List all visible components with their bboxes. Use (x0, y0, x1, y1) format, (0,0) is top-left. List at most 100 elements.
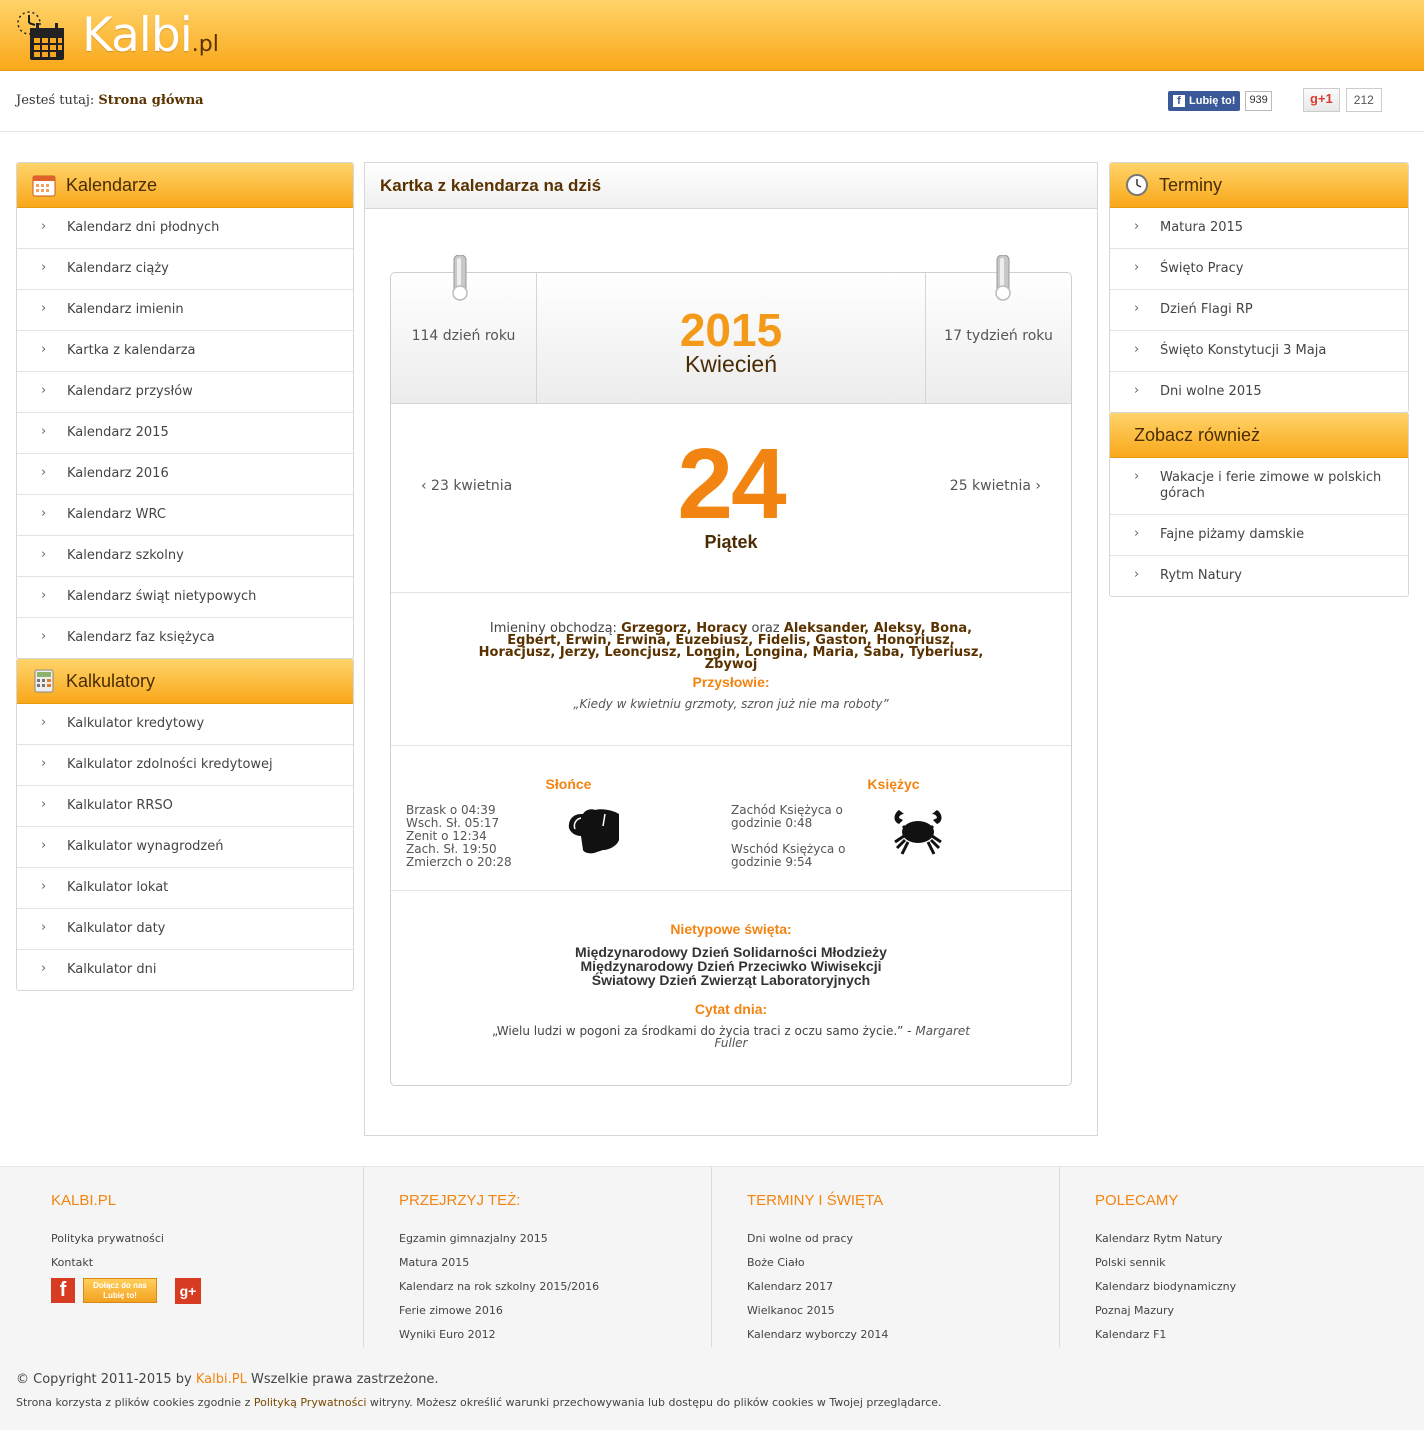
see-also-panel: Zobacz również › Wakacje i ferie zimowe w… (1109, 412, 1409, 597)
menu-item[interactable]: › Święto Pracy (1110, 249, 1408, 290)
sun-title: Słońce (545, 776, 592, 792)
menu-item-label: Kalkulator RRSO (67, 798, 173, 813)
footer-link[interactable]: Kontakt (51, 1256, 164, 1280)
menu-item[interactable]: › Kalkulator RRSO (17, 786, 353, 827)
footer-link[interactable]: Kalendarz Rytm Natury (1095, 1232, 1236, 1256)
footer-link[interactable]: Polityka prywatności (51, 1232, 164, 1256)
menu-item[interactable]: › Kalendarz świąt nietypowych (17, 577, 353, 618)
menu-item[interactable]: › Kalendarz dni płodnych (17, 208, 353, 249)
chevron-right-icon: › (41, 838, 47, 853)
chevron-right-icon: › (41, 506, 47, 521)
menu-item-label: Kalkulator daty (67, 921, 166, 936)
copyright-brand-link[interactable]: Kalbi.PL (196, 1372, 247, 1387)
footer-link[interactable]: Matura 2015 (399, 1256, 599, 1280)
facebook-icon[interactable]: f (51, 1278, 75, 1303)
menu-item-label: Święto Konstytucji 3 Maja (1160, 343, 1327, 358)
menu-item[interactable]: › Dzień Flagi RP (1110, 290, 1408, 331)
footer-col-recommended: POLECAMY Kalendarz Rytm Natury Polski sen… (1059, 1167, 1407, 1347)
menu-item[interactable]: › Kalkulator zdolności kredytowej (17, 745, 353, 786)
unusual-holidays-block: Nietypowe święta: Międzynarodowy Dzień S… (391, 891, 1071, 1085)
google-plus-icon[interactable]: g+ (175, 1278, 201, 1304)
calendars-panel-title: Kalendarze (66, 175, 158, 195)
facebook-like-count: 939 (1245, 91, 1272, 111)
menu-item[interactable]: › Kalendarz przysłów (17, 372, 353, 413)
footer-link[interactable]: Kalendarz F1 (1095, 1328, 1236, 1352)
join-us-facebook-button[interactable]: Dołącz do nas Lubię to! (83, 1278, 157, 1303)
menu-item[interactable]: › Kalendarz 2016 (17, 454, 353, 495)
calculators-panel: Kalkulatory › Kalkulator kredytowy › Kalkul… (16, 658, 354, 991)
menu-item[interactable]: › Fajne piżamy damskie (1110, 515, 1408, 556)
facebook-like-label: Lubię to! (1189, 95, 1236, 107)
moon-title: Księżyc (867, 776, 920, 792)
chevron-right-icon: › (41, 879, 47, 894)
menu-item[interactable]: › Kalkulator daty (17, 909, 353, 950)
logo-wordmark: Kalbi.pl (82, 8, 219, 63)
footer-col-kalbi-links: Polityka prywatności Kontakt (51, 1232, 164, 1280)
footer-col-recommended-links: Kalendarz Rytm Natury Polski sennik Kalend… (1095, 1232, 1236, 1352)
proverb-title: Przysłowie: (692, 674, 770, 690)
footer-link[interactable]: Egzamin gimnazjalny 2015 (399, 1232, 599, 1256)
menu-item[interactable]: › Kalendarz faz księżyca (17, 618, 353, 658)
terms-panel-header: Terminy (1110, 163, 1408, 208)
breadcrumb-current[interactable]: Strona główna (98, 93, 203, 108)
menu-item[interactable]: › Kartka z kalendarza (17, 331, 353, 372)
footer-link[interactable]: Wyniki Euro 2012 (399, 1328, 599, 1352)
binder-ring-left-icon (452, 255, 468, 301)
menu-item-label: Kalendarz WRC (67, 507, 166, 522)
footer-link[interactable]: Kalendarz biodynamiczny (1095, 1280, 1236, 1304)
calculators-menu: › Kalkulator kredytowy › Kalkulator zdolnoś… (17, 704, 353, 990)
holidays-title: Nietypowe święta: (670, 921, 792, 937)
breadcrumb: Jesteś tutaj: Strona główna (16, 93, 204, 108)
menu-item-label: Rytm Natury (1160, 568, 1242, 583)
footer-col-terms-links: Dni wolne od pracy Boże Ciało Kalendarz 20… (747, 1232, 888, 1352)
menu-item[interactable]: › Kalendarz ciąży (17, 249, 353, 290)
menu-item[interactable]: › Święto Konstytucji 3 Maja (1110, 331, 1408, 372)
menu-item[interactable]: › Kalendarz imienin (17, 290, 353, 331)
menu-item-label: Dni wolne 2015 (1160, 384, 1262, 399)
footer-link[interactable]: Kalendarz na rok szkolny 2015/2016 (399, 1280, 599, 1304)
footer-link[interactable]: Poznaj Mazury (1095, 1304, 1236, 1328)
facebook-icon: f (1173, 95, 1185, 107)
menu-item[interactable]: › Kalkulator lokat (17, 868, 353, 909)
footer-link[interactable]: Polski sennik (1095, 1256, 1236, 1280)
menu-item[interactable]: › Wakacje i ferie zimowe w polskich górac… (1110, 458, 1408, 515)
chevron-right-icon: › (1134, 342, 1140, 357)
menu-item[interactable]: › Kalkulator wynagrodzeń (17, 827, 353, 868)
calendars-panel-header: Kalendarze (17, 163, 353, 208)
terms-panel: Terminy › Matura 2015 › Święto Pracy › Dzień … (1109, 162, 1409, 413)
menu-item[interactable]: › Kalkulator dni (17, 950, 353, 990)
chevron-right-icon: › (1134, 526, 1140, 541)
holiday-item: Międzynarodowy Dzień Przeciwko Wiwisekcj… (580, 958, 882, 974)
footer-link[interactable]: Wielkanoc 2015 (747, 1304, 888, 1328)
menu-item[interactable]: › Kalendarz szkolny (17, 536, 353, 577)
sun-times: Brzask o 04:39 Wsch. Sł. 05:17 Zenit o 12:… (406, 804, 512, 869)
site-logo[interactable]: Kalbi.pl (16, 8, 246, 64)
quote-text: „Wielu ludzi w pogoni za środkami do życ… (492, 1024, 912, 1038)
privacy-policy-link[interactable]: Polityką Prywatności (254, 1396, 367, 1409)
menu-item[interactable]: › Kalendarz WRC (17, 495, 353, 536)
daily-calendar-section: Kartka z kalendarza na dziś 114 dzień ro… (364, 162, 1098, 1136)
calendar-year: 2015 (679, 304, 783, 356)
chevron-right-icon: › (1134, 567, 1140, 582)
menu-item[interactable]: › Dni wolne 2015 (1110, 372, 1408, 412)
next-day-link[interactable]: 25 kwietnia › (950, 478, 1041, 494)
menu-item-label: Kalendarz szkolny (67, 548, 184, 563)
chevron-right-icon: › (41, 383, 47, 398)
footer-social: f Dołącz do nas Lubię to! g+ (51, 1278, 201, 1304)
terms-panel-title: Terminy (1159, 175, 1223, 195)
quote-of-the-day: „Wielu ludzi w pogoni za środkami do życ… (476, 1025, 986, 1049)
menu-item[interactable]: › Rytm Natury (1110, 556, 1408, 596)
footer-link[interactable]: Boże Ciało (747, 1256, 888, 1280)
calendars-menu: › Kalendarz dni płodnych › Kalendarz ciąży ›… (17, 208, 353, 658)
main-header: Kartka z kalendarza na dziś (365, 163, 1097, 209)
menu-item[interactable]: › Kalendarz 2015 (17, 413, 353, 454)
facebook-like-button[interactable]: f Lubię to! (1168, 91, 1241, 111)
menu-item[interactable]: › Kalkulator kredytowy (17, 704, 353, 745)
menu-item[interactable]: › Matura 2015 (1110, 208, 1408, 249)
footer-link[interactable]: Kalendarz 2017 (747, 1280, 888, 1304)
footer-link[interactable]: Dni wolne od pracy (747, 1232, 888, 1256)
menu-item-label: Kalkulator zdolności kredytowej (67, 757, 273, 772)
footer-link[interactable]: Kalendarz wyborczy 2014 (747, 1328, 888, 1352)
google-plus-button[interactable]: g+1 (1303, 88, 1340, 112)
footer-link[interactable]: Ferie zimowe 2016 (399, 1304, 599, 1328)
